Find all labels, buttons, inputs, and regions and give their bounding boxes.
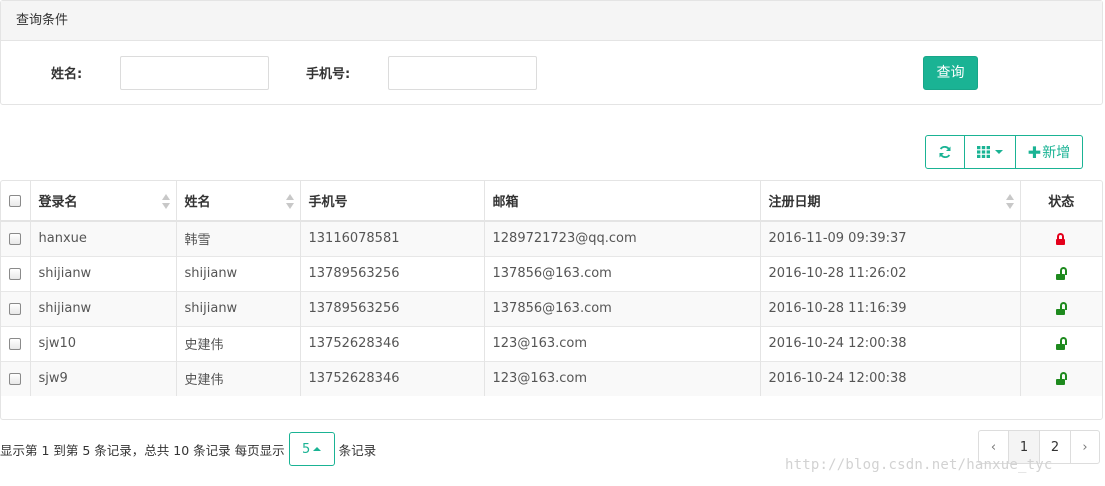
row-checkbox[interactable] [9,302,21,315]
cell-name: shijianw [176,255,301,291]
column-header-status: 状态 [1020,181,1102,222]
user-table: 登录名 姓名 手机号 邮箱 注册日期 状态 hanxue 韩雪 13116078… [0,180,1103,420]
cell-phone: 13752628346 [300,360,485,396]
row-select-cell [1,325,31,361]
cell-date: 2016-10-28 11:26:02 [760,255,1021,291]
column-header-date[interactable]: 注册日期 [760,181,1021,222]
cell-status [1020,255,1102,291]
search-panel-title: 查询条件 [1,1,1102,41]
unlock-icon[interactable] [1056,371,1068,385]
cell-status [1020,360,1102,396]
plus-icon: ✚ [1027,142,1042,162]
cell-date: 2016-11-09 09:39:37 [760,220,1021,256]
cell-name: shijianw [176,290,301,326]
cell-phone: 13116078581 [300,220,485,256]
caret-down-icon [994,150,1003,154]
cell-phone: 13789563256 [300,255,485,291]
row-select-cell [1,220,31,256]
phone-label: 手机号: [306,67,351,82]
cell-login: sjw10 [30,325,177,361]
row-select-cell [1,290,31,326]
name-input[interactable] [120,56,269,90]
pagination-next-button[interactable]: › [1070,430,1100,464]
cell-status [1020,220,1102,256]
cell-login: hanxue [30,220,177,256]
pagination-suffix: 条记录 [338,442,377,458]
cell-phone: 13752628346 [300,325,485,361]
table-row: shijianw shijianw 13789563256 137856@163… [1,255,1102,291]
columns-toggle-button[interactable] [965,135,1016,169]
cell-login: sjw9 [30,360,177,396]
table-row: hanxue 韩雪 13116078581 1289721723@qq.com … [1,220,1102,256]
select-all-checkbox[interactable] [9,194,21,207]
cell-date: 2016-10-24 12:00:38 [760,360,1021,396]
cell-phone: 13789563256 [300,290,485,326]
query-button[interactable]: 查询 [923,56,978,90]
cell-date: 2016-10-28 11:16:39 [760,290,1021,326]
column-header-login[interactable]: 登录名 [30,181,177,222]
refresh-icon [939,145,951,159]
add-button[interactable]: ✚ 新增 [1016,135,1083,169]
cell-name: 史建伟 [176,325,301,361]
refresh-button[interactable] [925,135,965,169]
cell-name: 韩雪 [176,220,301,256]
sort-icon [161,194,170,210]
name-label: 姓名: [51,67,83,82]
page-size-value: 5 [302,441,311,457]
add-button-label: 新增 [1042,145,1071,161]
phone-input[interactable] [388,56,537,90]
watermark: http://blog.csdn.net/hanxue_tyc [785,457,1053,473]
cell-login: shijianw [30,290,177,326]
table-header-row: 登录名 姓名 手机号 邮箱 注册日期 状态 [1,181,1102,222]
caret-up-icon [313,447,322,451]
sort-icon [285,194,294,210]
search-panel: 查询条件 姓名: 手机号: 查询 [0,0,1103,105]
select-all-cell [1,181,31,222]
row-checkbox[interactable] [9,337,21,350]
column-header-phone: 手机号 [300,181,485,222]
pagination-info: 显示第 1 到第 5 条记录，总共 10 条记录 每页显示 5 条记录 [0,432,376,466]
table-row: sjw9 史建伟 13752628346 123@163.com 2016-10… [1,360,1102,396]
column-header-name[interactable]: 姓名 [176,181,301,222]
row-checkbox[interactable] [9,232,21,245]
row-checkbox[interactable] [9,372,21,385]
table-row: shijianw shijianw 13789563256 137856@163… [1,290,1102,326]
cell-date: 2016-10-24 12:00:38 [760,325,1021,361]
unlock-icon[interactable] [1056,266,1068,280]
row-select-cell [1,255,31,291]
unlock-icon[interactable] [1056,336,1068,350]
sort-icon [1005,194,1014,210]
unlock-icon[interactable] [1056,301,1068,315]
row-select-cell [1,360,31,396]
column-header-email: 邮箱 [484,181,761,222]
page-size-dropdown[interactable]: 5 [288,432,335,466]
cell-login: shijianw [30,255,177,291]
cell-email: 123@163.com [484,360,761,396]
grid-icon [976,146,990,158]
cell-email: 137856@163.com [484,290,761,326]
cell-email: 123@163.com [484,325,761,361]
pagination-info-text: 显示第 1 到第 5 条记录，总共 10 条记录 每页显示 [0,442,285,458]
cell-email: 137856@163.com [484,255,761,291]
cell-status [1020,325,1102,361]
cell-name: 史建伟 [176,360,301,396]
table-toolbar: ✚ 新增 [925,135,1083,169]
row-checkbox[interactable] [9,267,21,280]
table-row: sjw10 史建伟 13752628346 123@163.com 2016-1… [1,325,1102,361]
cell-email: 1289721723@qq.com [484,220,761,256]
lock-icon[interactable] [1056,232,1066,245]
cell-status [1020,290,1102,326]
